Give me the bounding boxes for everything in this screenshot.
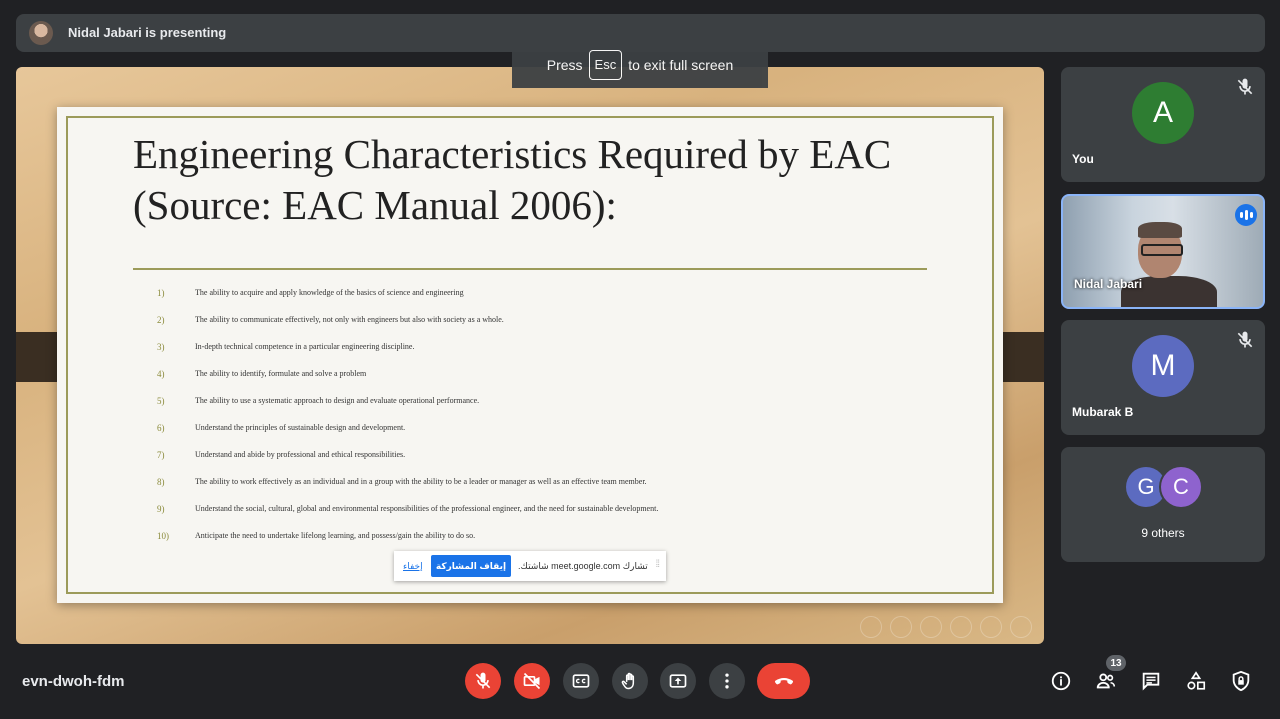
host-controls-button[interactable] xyxy=(1229,669,1253,693)
leave-call-button[interactable] xyxy=(757,663,810,699)
participant-tile-others[interactable]: G C 9 others xyxy=(1061,447,1265,562)
sharing-message: تشارك meet.google.com شاشتك. xyxy=(518,561,648,571)
avatar: C xyxy=(1159,465,1203,509)
slide-item-list: 1) The ability to acquire and apply knowl… xyxy=(157,288,658,558)
participant-count-badge: 13 xyxy=(1106,655,1126,671)
item-text: The ability to acquire and apply knowled… xyxy=(195,288,464,297)
participant-name: Nidal Jabari xyxy=(1074,277,1143,291)
item-text: Understand the social, cultural, global … xyxy=(195,504,659,513)
meeting-code: evn-dwoh-fdm xyxy=(22,673,125,690)
chat-icon xyxy=(1142,672,1160,691)
list-item: 4) The ability to identify, formulate and… xyxy=(157,369,658,396)
item-text: Understand the principles of sustainable… xyxy=(195,423,406,432)
presenter-video xyxy=(1121,218,1217,307)
slide-title-line-2: (Source: EAC Manual 2006): xyxy=(133,182,617,228)
mic-off-icon xyxy=(475,672,491,689)
item-number: 7) xyxy=(157,450,165,460)
mic-off-icon xyxy=(1237,78,1253,95)
item-text: Understand and abide by professional and… xyxy=(195,450,406,459)
shared-screen: Engineering Characteristics Required by … xyxy=(16,67,1044,644)
hide-share-bar-link[interactable]: إخفاء xyxy=(403,561,423,572)
activities-button[interactable] xyxy=(1184,669,1208,693)
participant-tile-mubarak[interactable]: M Mubarak B xyxy=(1061,320,1265,435)
item-number: 5) xyxy=(157,396,165,406)
list-item: 7) Understand and abide by professional a… xyxy=(157,450,658,477)
hint-suffix: to exit full screen xyxy=(628,57,734,73)
presenter-avatar xyxy=(29,21,53,45)
list-item: 6) Understand the principles of sustainab… xyxy=(157,423,658,450)
list-item: 3) In-depth technical competence in a par… xyxy=(157,342,658,369)
list-item: 2) The ability to communicate effectively… xyxy=(157,315,658,342)
pointer-icon[interactable] xyxy=(980,616,1002,638)
mic-off-icon xyxy=(1237,331,1253,348)
item-number: 4) xyxy=(157,369,165,379)
slide-title: Engineering Characteristics Required by … xyxy=(133,129,953,231)
list-item: 1) The ability to acquire and apply knowl… xyxy=(157,288,658,315)
presenter-text: Nidal Jabari is presenting xyxy=(68,25,227,40)
item-text: The ability to work effectively as an in… xyxy=(195,477,647,486)
raise-hand-button[interactable] xyxy=(612,663,648,699)
closed-captions-icon xyxy=(572,674,590,688)
camera-off-icon xyxy=(523,672,541,690)
participant-name: Mubarak B xyxy=(1072,405,1134,419)
esc-key: Esc xyxy=(588,50,623,80)
item-number: 8) xyxy=(157,477,165,487)
participants-button[interactable] xyxy=(1094,669,1118,693)
slide-divider xyxy=(133,268,927,270)
list-item: 5) The ability to use a systematic approa… xyxy=(157,396,658,423)
more-vert-icon xyxy=(725,673,729,689)
next-slide-icon[interactable] xyxy=(1010,616,1032,638)
hang-up-icon xyxy=(774,678,793,685)
item-text: The ability to communicate effectively, … xyxy=(195,315,504,324)
hint-prefix: Press xyxy=(546,57,583,73)
drag-handle-icon[interactable]: ⁞⁞ xyxy=(655,559,659,570)
camera-toggle-button[interactable] xyxy=(514,663,550,699)
item-number: 10) xyxy=(157,531,169,541)
pen-icon[interactable] xyxy=(950,616,972,638)
participant-name: You xyxy=(1072,152,1094,166)
fullscreen-hint: Press Esc to exit full screen xyxy=(512,42,768,88)
more-options-button[interactable] xyxy=(709,663,745,699)
item-number: 1) xyxy=(157,288,165,298)
stop-sharing-button[interactable]: إيقاف المشاركة xyxy=(431,555,511,577)
participant-tile-presenter[interactable]: Nidal Jabari xyxy=(1061,194,1265,309)
participant-tile-you[interactable]: A You xyxy=(1061,67,1265,182)
presentation-slide: Engineering Characteristics Required by … xyxy=(57,107,1003,603)
list-item: 8) The ability to work effectively as an … xyxy=(157,477,658,504)
others-count-label: 9 others xyxy=(1141,526,1185,540)
item-number: 3) xyxy=(157,342,165,352)
prev-slide-icon[interactable] xyxy=(860,616,882,638)
avatar: A xyxy=(1132,82,1194,144)
people-icon xyxy=(1096,673,1116,689)
present-screen-button[interactable] xyxy=(660,663,696,699)
slide-controls xyxy=(860,616,1032,638)
speaking-indicator-icon xyxy=(1235,204,1257,226)
screen-share-notification: إخفاء إيقاف المشاركة تشارك meet.google.c… xyxy=(394,551,666,581)
captions-button[interactable] xyxy=(563,663,599,699)
list-item: 9) Understand the social, cultural, globa… xyxy=(157,504,658,531)
item-number: 9) xyxy=(157,504,165,514)
present-icon xyxy=(669,674,687,688)
item-text: The ability to identify, formulate and s… xyxy=(195,369,367,378)
chat-button[interactable] xyxy=(1139,669,1163,693)
shield-lock-icon xyxy=(1232,670,1250,692)
info-icon xyxy=(1051,671,1071,691)
item-text: In-depth technical competence in a parti… xyxy=(195,342,415,351)
item-number: 6) xyxy=(157,423,165,433)
slide-title-line-1: Engineering Characteristics Required by … xyxy=(133,131,892,177)
hand-icon xyxy=(621,672,635,690)
item-number: 2) xyxy=(157,315,165,325)
meeting-details-button[interactable] xyxy=(1049,669,1073,693)
slides-menu-icon[interactable] xyxy=(920,616,942,638)
item-text: The ability to use a systematic approach… xyxy=(195,396,480,405)
activities-icon xyxy=(1187,671,1206,690)
avatar: M xyxy=(1132,335,1194,397)
zoom-icon[interactable] xyxy=(890,616,912,638)
mic-toggle-button[interactable] xyxy=(465,663,501,699)
